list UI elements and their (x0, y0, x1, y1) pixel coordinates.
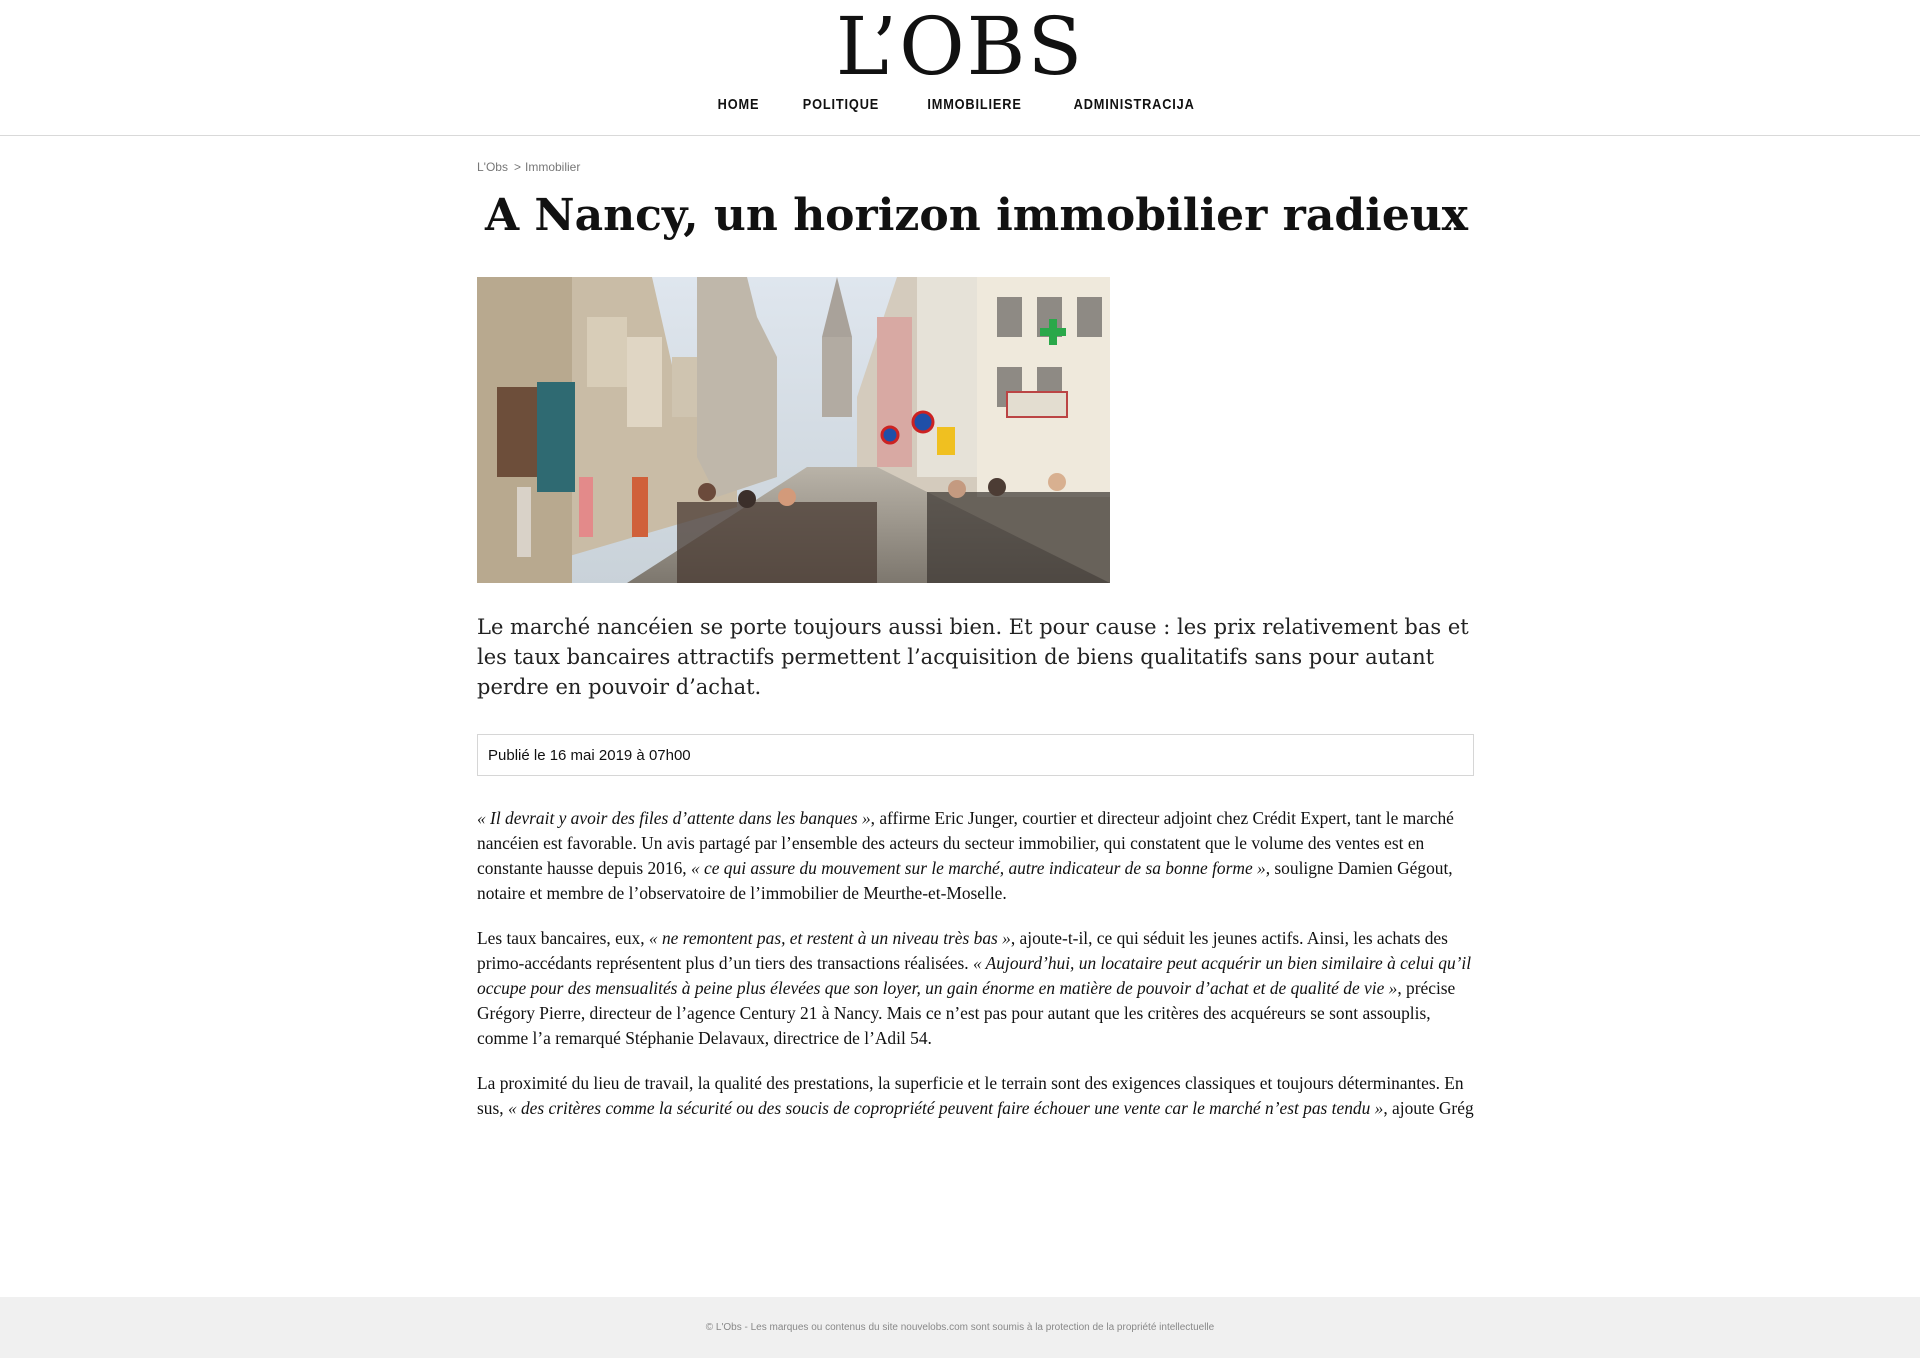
breadcrumb: L'Obs > Immobilier (477, 160, 1476, 178)
paragraph-2: Les taux bancaires, eux, « ne remontent … (477, 926, 1476, 1051)
breadcrumb-home-link[interactable]: L'Obs (477, 160, 508, 174)
article-container: L'Obs > Immobilier A Nancy, un horizon imm… (477, 160, 1476, 1118)
site-header: L’OBS HOME POLITIQUE IMMOBILIERE ADMINIS… (0, 0, 1920, 136)
quote: « Il devrait y avoir des files d’attente… (477, 808, 871, 828)
nav-home[interactable]: HOME (718, 96, 760, 113)
article-title: A Nancy, un horizon immobilier radieux (484, 190, 1469, 241)
article-body: « Il devrait y avoir des files d’attente… (477, 806, 1476, 1141)
quote: « ne remontent pas, et restent à un nive… (648, 928, 1011, 948)
site-logo[interactable]: L’OBS (0, 6, 1920, 88)
site-footer: © L'Obs - Les marques ou contenus du sit… (0, 1297, 1920, 1358)
main-nav: HOME POLITIQUE IMMOBILIERE ADMINISTRACIJ… (0, 94, 1920, 113)
quote: « des critères comme la sécurité ou des … (507, 1098, 1384, 1118)
nav-politique[interactable]: POLITIQUE (803, 96, 879, 113)
quote: « ce qui assure du mouvement sur le marc… (690, 858, 1266, 878)
paragraph-text: Les taux bancaires, eux, (477, 928, 649, 948)
paragraph-text: , ajoute Grég (1383, 1098, 1474, 1118)
paragraph-1: « Il devrait y avoir des files d’attente… (477, 806, 1476, 906)
paragraph-3: La proximité du lieu de travail, la qual… (477, 1071, 1476, 1121)
nav-administracija[interactable]: ADMINISTRACIJA (1074, 96, 1195, 113)
publication-date: Publié le 16 mai 2019 à 07h00 (477, 734, 1474, 776)
breadcrumb-separator: > (513, 160, 521, 174)
article-lead: Le marché nancéien se porte toujours aus… (477, 615, 1469, 699)
breadcrumb-section-link[interactable]: Immobilier (525, 160, 580, 174)
nav-immobiliere[interactable]: IMMOBILIERE (928, 96, 1022, 113)
hero-image (477, 277, 1110, 583)
